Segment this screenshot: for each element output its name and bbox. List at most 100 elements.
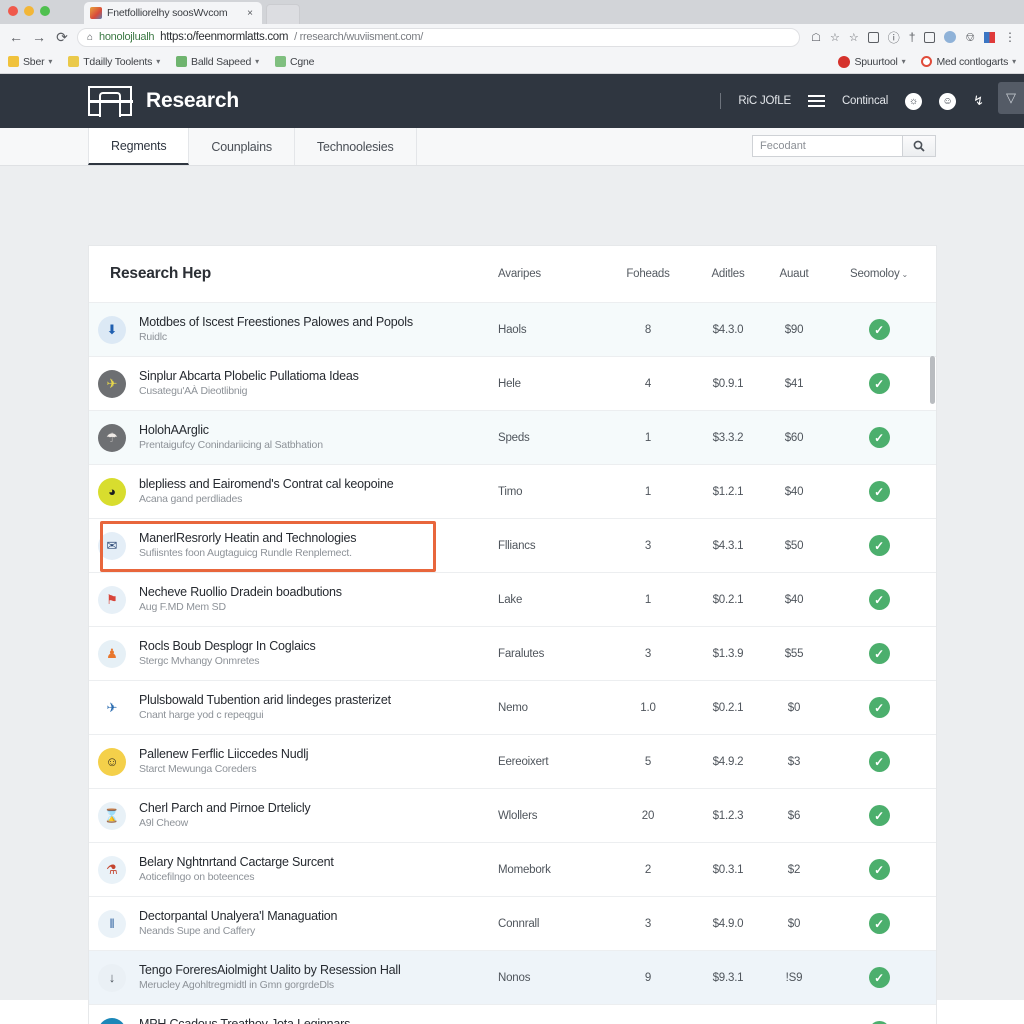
row-title[interactable]: HolohAArglic (139, 423, 498, 439)
status-check-icon[interactable]: ✓ (868, 643, 890, 664)
cell-foheads: 1.0 (640, 701, 656, 714)
brand[interactable]: Research (87, 86, 239, 117)
card-scrollbar-thumb[interactable] (930, 356, 935, 404)
cast-icon[interactable] (924, 31, 936, 43)
address-bar-secure-label: honolojlualh (99, 31, 155, 43)
hamburger-icon[interactable] (807, 95, 825, 107)
pin-icon[interactable]: † (909, 30, 916, 44)
save-page-icon[interactable]: ☖ (811, 31, 821, 44)
help-icon[interactable]: ☺ (939, 92, 957, 110)
cell-auaut: $90 (784, 323, 804, 336)
status-check-icon[interactable]: ✓ (868, 427, 890, 448)
row-title[interactable]: Rocls Boub Desplogr In Coglaics (139, 639, 498, 655)
card-scrollbar[interactable] (930, 356, 935, 1024)
column-header-auaut[interactable]: Auaut (766, 268, 822, 280)
mailbox-icon: ✉ (98, 531, 126, 560)
status-check-icon[interactable]: ✓ (868, 805, 890, 826)
address-bar[interactable]: ⌂ honolojlualh https:o/feenmormlatts.com… (77, 27, 801, 47)
settings-icon[interactable]: ↯ (973, 93, 984, 109)
browser-tab[interactable]: Fnetfolliorelhy soosWvcom × (84, 2, 262, 24)
new-tab-button[interactable] (266, 4, 300, 24)
row-cells: Eereoixert 5 $4.9.2 $3 ✓ (498, 751, 936, 772)
row-title[interactable]: MPH Ccadous Treathoy Jota Leginnars (139, 1017, 498, 1024)
table-row[interactable]: ♟ Rocls Boub Desplogr In Coglaics Stergc M… (89, 626, 936, 680)
reload-button[interactable]: ⟳ (54, 30, 70, 44)
table-row[interactable]: ✈ Plulsbowald Tubention arid lindeges pra… (89, 680, 936, 734)
search-input[interactable] (752, 135, 902, 157)
status-check-icon[interactable]: ✓ (868, 859, 890, 880)
toolbar-icon-group: ☖ ☆ ☆ ⓘ † ⎊ ⋮ (807, 29, 1016, 46)
row-title[interactable]: Cherl Parch and Pirnoe Drtelicly (139, 801, 498, 817)
status-check-icon[interactable]: ✓ (868, 373, 890, 394)
row-cells: Connrall 3 $4.9.0 $0 ✓ (498, 913, 936, 934)
forward-button[interactable]: → (31, 30, 47, 44)
table-row[interactable]: ✈ Sinplur Abcarta Plobelic Pullatioma Ide… (89, 356, 936, 410)
row-title[interactable]: ManerlResrorly Heatin and Technologies (139, 531, 498, 547)
tab-counplains[interactable]: Counplains (189, 128, 295, 165)
row-title[interactable]: Motdbes of Iscest Freestiones Palowes an… (139, 315, 498, 331)
row-title[interactable]: Tengo ForeresAiolmight Ualito by Resessi… (139, 963, 498, 979)
back-button[interactable]: ← (8, 30, 24, 44)
row-title[interactable]: Necheve Ruollio Dradein boadbutions (139, 585, 498, 601)
star-outline-icon[interactable]: ☆ (830, 31, 840, 44)
row-title[interactable]: Belary Nghtnrtand Cactarge Surcent (139, 855, 498, 871)
header-user-label[interactable]: RiC JOfLE (738, 95, 791, 107)
column-header-avaripes[interactable]: Avaripes (498, 268, 606, 280)
browser-tab-title: Fnetfolliorelhy soosWvcom (107, 7, 228, 19)
header-menu-label[interactable]: Contincal (842, 95, 888, 107)
column-header-aditles[interactable]: Aditles (690, 268, 766, 280)
table-row[interactable]: ⚗ Belary Nghtnrtand Cactarge Surcent Aotic… (89, 842, 936, 896)
column-header-foheads[interactable]: Foheads (606, 268, 690, 280)
table-row[interactable]: ⬇ Motdbes of Iscest Freestiones Palowes a… (89, 302, 936, 356)
row-title[interactable]: Dectorpantal Unalyera'l Managuation (139, 909, 498, 925)
status-check-icon[interactable]: ✓ (868, 589, 890, 610)
table-row[interactable]: ✖ MPH Ccadous Treathoy Jota LeginnarsA0am… (89, 1004, 936, 1024)
header-corner-button[interactable]: ▽ (998, 82, 1024, 114)
account-icon[interactable] (944, 31, 957, 43)
table-row[interactable]: ‖ Dectorpantal Unalyera'l Managuation Nean… (89, 896, 936, 950)
card-header: Research Hep Avaripes Foheads Aditles Au… (89, 246, 936, 302)
status-check-icon[interactable]: ✓ (868, 967, 890, 988)
maximize-window-button[interactable] (40, 6, 50, 16)
tab-regments[interactable]: Regments (88, 128, 190, 165)
bookmark-item-0[interactable]: Sber ▾ (8, 56, 52, 68)
table-row[interactable]: ⚑ Necheve Ruollio Dradein boadbutions Aug … (89, 572, 936, 626)
status-check-icon[interactable]: ✓ (868, 535, 890, 556)
table-row[interactable]: ↓ Tengo ForeresAiolmight Ualito by Resess… (89, 950, 936, 1004)
row-title[interactable]: Plulsbowald Tubention arid lindeges pras… (139, 693, 498, 709)
status-check-icon[interactable]: ✓ (868, 319, 890, 340)
extension-icon[interactable] (867, 31, 879, 43)
status-check-icon[interactable]: ✓ (868, 751, 890, 772)
notification-bell-icon[interactable]: ☼ (905, 92, 923, 110)
row-title[interactable]: Sinplur Abcarta Plobelic Pullatioma Idea… (139, 369, 498, 385)
profile-icon[interactable] (984, 31, 995, 43)
bookmark-star-icon[interactable]: ☆ (849, 31, 859, 44)
close-icon[interactable]: × (244, 8, 256, 19)
info-icon[interactable]: ⓘ (888, 29, 900, 46)
bookmark-right-item-0[interactable]: Spuurtool ▾ (838, 55, 906, 68)
cell-auaut: !S9 (785, 971, 803, 984)
minimize-window-button[interactable] (24, 6, 34, 16)
table-row[interactable]: ⌛ Cherl Parch and Pirnoe Drtelicly A9l Che… (89, 788, 936, 842)
close-window-button[interactable] (8, 6, 18, 16)
table-row[interactable]: ☂ HolohAArglic Prentaigufcy Conindariicing… (89, 410, 936, 464)
bookmark-right-item-1[interactable]: Med contlogarts ▾ (921, 56, 1016, 68)
table-row[interactable]: ✉ ManerlResrorly Heatin and Technologies S… (89, 518, 936, 572)
bookmark-item-2[interactable]: Balld Sapeed ▾ (176, 56, 259, 68)
bookmark-item-3[interactable]: Cgne (274, 56, 314, 68)
status-check-icon[interactable]: ✓ (868, 913, 890, 934)
tab-technoolesies[interactable]: Technoolesies (295, 128, 417, 165)
menu-icon[interactable]: ⋮ (1004, 30, 1016, 44)
row-title[interactable]: Pallenew Ferflic Liiccedes Nudlj (139, 747, 498, 763)
status-check-icon[interactable]: ✓ (868, 481, 890, 502)
search-button[interactable] (902, 135, 936, 157)
column-header-seomoloy[interactable]: Seomoloy ⌄ (822, 268, 936, 280)
table-row[interactable]: ◕ blepliess and Eairomend's Contrat cal k… (89, 464, 936, 518)
table-body: ⬇ Motdbes of Iscest Freestiones Palowes a… (89, 302, 936, 1024)
bookmark-item-1[interactable]: Tdailly Toolents ▾ (68, 56, 160, 68)
download-icon[interactable]: ⎊ (965, 30, 975, 45)
row-title[interactable]: blepliess and Eairomend's Contrat cal ke… (139, 477, 498, 493)
status-check-icon[interactable]: ✓ (868, 697, 890, 718)
row-text: ManerlResrorly Heatin and Technologies Su… (139, 531, 498, 561)
table-row[interactable]: ☺ Pallenew Ferflic Liiccedes Nudlj Starct … (89, 734, 936, 788)
